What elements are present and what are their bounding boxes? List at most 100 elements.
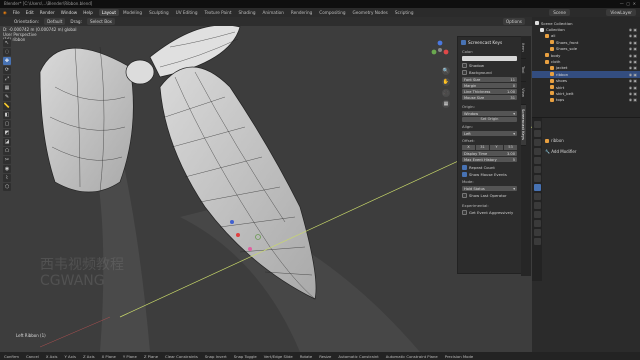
- 3d-viewport[interactable]: Orientation: Default Drag: Select Box Op…: [0, 17, 532, 352]
- render-props-icon[interactable]: [533, 130, 541, 137]
- transform-tool-icon[interactable]: ▦: [3, 84, 11, 92]
- tab-compositing[interactable]: Compositing: [316, 9, 348, 16]
- drag-dropdown[interactable]: Select Box: [86, 18, 116, 25]
- blender-logo-icon[interactable]: ◉: [3, 10, 7, 15]
- visibility-eye-icon[interactable]: ◉ ▣: [629, 33, 637, 38]
- get-event-aggressively-option[interactable]: Get Event Aggressively: [458, 209, 521, 216]
- display-time-field[interactable]: Display Time 3.00: [462, 151, 517, 156]
- visibility-eye-icon[interactable]: ◉ ▣: [629, 59, 637, 64]
- tab-layout[interactable]: Layout: [98, 9, 120, 16]
- visibility-eye-icon[interactable]: ◉ ▣: [629, 72, 637, 77]
- tool-props-icon[interactable]: [533, 121, 541, 128]
- tab-texture-paint[interactable]: Texture Paint: [202, 9, 235, 16]
- inset-tool-icon[interactable]: ▢: [3, 120, 11, 128]
- measure-tool-icon[interactable]: 📏: [3, 102, 11, 110]
- sidebar-tab-item[interactable]: Item: [521, 36, 526, 59]
- menu-edit[interactable]: Edit: [26, 10, 34, 15]
- world-props-icon[interactable]: [533, 166, 541, 173]
- sidebar-tab-screencast-keys[interactable]: Screencast Keys: [521, 105, 526, 146]
- shrink-tool-icon[interactable]: ⬡: [3, 183, 11, 191]
- background-option[interactable]: Background: [458, 69, 521, 76]
- offset-x-value[interactable]: 31: [476, 145, 489, 150]
- visibility-eye-icon[interactable]: ◉ ▣: [629, 40, 637, 45]
- font-size-field[interactable]: Font Size 11: [462, 77, 517, 82]
- sidebar-tab-view[interactable]: View: [521, 82, 526, 105]
- outliner-row[interactable]: tops ◉ ▣: [532, 97, 640, 103]
- align-dropdown[interactable]: Left ▾: [462, 131, 517, 136]
- object-props-icon[interactable]: [533, 175, 541, 182]
- show-mouse-events-option[interactable]: Show Mouse Events: [458, 171, 521, 178]
- tab-animation[interactable]: Animation: [260, 9, 287, 16]
- poly-build-tool-icon[interactable]: ⬠: [3, 147, 11, 155]
- offset-fields[interactable]: X 31 Y 53: [462, 145, 517, 150]
- menu-render[interactable]: Render: [40, 10, 55, 15]
- offset-y-value[interactable]: 53: [504, 145, 517, 150]
- menu-file[interactable]: File: [13, 10, 20, 15]
- scene-selector[interactable]: Scene: [549, 9, 570, 16]
- mode-dropdown[interactable]: Hold Status ▾: [462, 186, 517, 191]
- visibility-eye-icon[interactable]: ◉ ▣: [629, 27, 637, 32]
- window-controls[interactable]: — ▢ ✕: [620, 0, 636, 8]
- add-modifier-button[interactable]: 🔧 Add Modifier: [545, 149, 576, 154]
- menu-window[interactable]: Window: [61, 10, 78, 15]
- outliner[interactable]: Scene Collection Collection ◉ ▣ ali ◉ ▣ Shoe…: [532, 17, 640, 118]
- select-tool-icon[interactable]: ↖: [3, 39, 11, 47]
- loop-cut-tool-icon[interactable]: ◪: [3, 138, 11, 146]
- tab-shading[interactable]: Shading: [236, 9, 259, 16]
- knife-tool-icon[interactable]: ✂: [3, 156, 11, 164]
- material-props-icon[interactable]: [533, 229, 541, 236]
- physics-props-icon[interactable]: [533, 202, 541, 209]
- tab-uv-editing[interactable]: UV Editing: [173, 9, 201, 16]
- output-props-icon[interactable]: [533, 139, 541, 146]
- scale-tool-icon[interactable]: ⤢: [3, 75, 11, 83]
- ortho-toggle-icon[interactable]: ▦: [442, 100, 450, 108]
- move-tool-icon[interactable]: ✥: [3, 57, 11, 65]
- scene-props-icon[interactable]: [533, 157, 541, 164]
- pan-icon[interactable]: ✋: [442, 78, 450, 86]
- origin-dropdown[interactable]: Window ▾: [462, 111, 517, 116]
- menu-help[interactable]: Help: [83, 10, 93, 15]
- color-swatch[interactable]: [462, 56, 517, 61]
- set-origin-button[interactable]: Set Origin: [462, 117, 517, 122]
- tab-scripting[interactable]: Scripting: [392, 9, 417, 16]
- modifier-props-icon[interactable]: [533, 184, 541, 191]
- visibility-eye-icon[interactable]: ◉ ▣: [629, 78, 637, 83]
- rotate-tool-icon[interactable]: ⟳: [3, 66, 11, 74]
- navigation-gizmo[interactable]: [430, 40, 450, 60]
- tab-modeling[interactable]: Modeling: [120, 9, 145, 16]
- shadow-option[interactable]: Shadow: [458, 62, 521, 69]
- spin-tool-icon[interactable]: ◉: [3, 165, 11, 173]
- view-layer-selector[interactable]: ViewLayer: [606, 9, 636, 16]
- visibility-eye-icon[interactable]: ◉ ▣: [629, 46, 637, 51]
- tab-sculpting[interactable]: Sculpting: [146, 9, 172, 16]
- particles-props-icon[interactable]: [533, 193, 541, 200]
- visibility-eye-icon[interactable]: ◉ ▣: [629, 65, 637, 70]
- options-dropdown[interactable]: Options: [502, 18, 525, 25]
- tab-rendering[interactable]: Rendering: [288, 9, 315, 16]
- line-thickness-field[interactable]: Line Thickness 1.00: [462, 89, 517, 94]
- panel-header[interactable]: Screencast Keys: [458, 37, 521, 48]
- visibility-eye-icon[interactable]: ◉ ▣: [629, 85, 637, 90]
- constraints-props-icon[interactable]: [533, 211, 541, 218]
- bevel-tool-icon[interactable]: ◩: [3, 129, 11, 137]
- extrude-tool-icon[interactable]: ◧: [3, 111, 11, 119]
- tab-geometry-nodes[interactable]: Geometry Nodes: [350, 9, 391, 16]
- object-name-row[interactable]: ribbon: [545, 138, 564, 143]
- zoom-icon[interactable]: 🔍: [442, 67, 450, 75]
- smooth-tool-icon[interactable]: ⌇: [3, 174, 11, 182]
- panel-enable-checkbox[interactable]: [461, 40, 466, 45]
- orientation-dropdown[interactable]: Default: [44, 18, 66, 25]
- visibility-eye-icon[interactable]: ◉ ▣: [629, 53, 637, 58]
- annotate-tool-icon[interactable]: ✎: [3, 93, 11, 101]
- texture-props-icon[interactable]: [533, 238, 541, 245]
- show-last-operator-option[interactable]: Show Last Operator: [458, 192, 521, 199]
- cursor-tool-icon[interactable]: ◌: [3, 48, 11, 56]
- mouse-size-field[interactable]: Mouse Size 31: [462, 95, 517, 100]
- camera-view-icon[interactable]: 🎥: [442, 89, 450, 97]
- data-props-icon[interactable]: [533, 220, 541, 227]
- view-layer-props-icon[interactable]: [533, 148, 541, 155]
- margin-field[interactable]: Margin 0: [462, 83, 517, 88]
- visibility-eye-icon[interactable]: ◉ ▣: [629, 97, 637, 102]
- ribbon-mesh[interactable]: [0, 17, 532, 352]
- visibility-eye-icon[interactable]: ◉ ▣: [629, 91, 637, 96]
